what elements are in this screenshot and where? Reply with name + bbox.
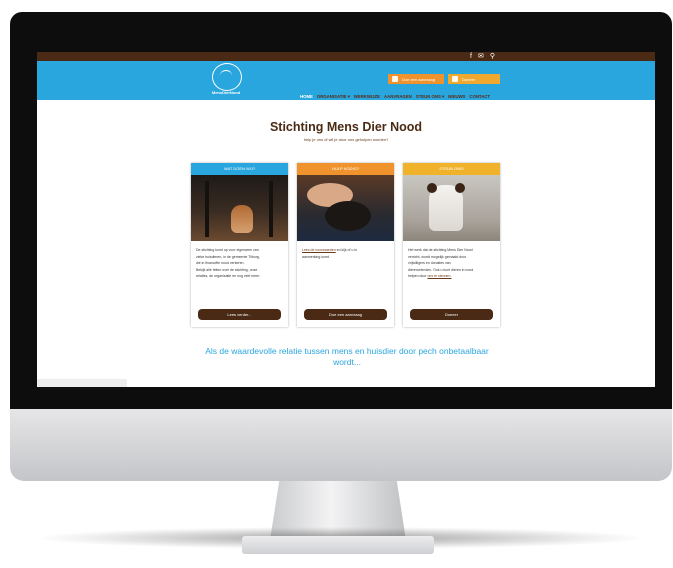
card-header: WAT DOEN WIJ? (191, 163, 288, 175)
facebook-icon[interactable]: f (470, 52, 472, 61)
nav-werkwijze[interactable]: WERKWIJZE (354, 94, 380, 100)
chair-leg (205, 181, 209, 237)
social-icons: f ✉ ⚲ (470, 52, 495, 61)
mail-icon[interactable]: ✉ (478, 52, 484, 61)
chair-leg (269, 181, 273, 237)
nav-nieuws[interactable]: NIEUWS (448, 94, 465, 100)
nav-steun-ons[interactable]: STEUN ONS ▾ (416, 94, 444, 100)
request-button-label: Doe een aanvraag (402, 76, 435, 82)
cat-figure (231, 205, 253, 233)
read-more-button[interactable]: Lees verder... (198, 309, 281, 320)
nav-contact[interactable]: CONTACT (469, 94, 490, 100)
card-support-us: STEUN ONS! Het werk dat de stichting Men… (403, 163, 500, 327)
logo-hands-icon (212, 63, 242, 91)
main-nav: HOME ORGANISATIE ▾ WERKWIJZE AANVRAGEN S… (300, 94, 490, 100)
card-need-help: HULP NODIG? Lees de voorwaarden en kijk … (297, 163, 394, 327)
monitor-base (242, 536, 434, 554)
card-body: De stichting komt op voor eigenaren van … (196, 247, 284, 280)
dog-ear (427, 183, 437, 193)
card-body: Het werk dat de stichting Mens Dier Nood… (408, 247, 496, 280)
card-text-line: aanmerking komt. (302, 254, 330, 259)
card-what-we-do: WAT DOEN WIJ? De stichting komt op voor … (191, 163, 288, 327)
card-text-fragment: en kijk of u in (336, 248, 358, 252)
card-text-line: relaties, de organisatie en nog veel mee… (196, 274, 261, 278)
page-subtitle: help je ons of wil je door ons geholpen … (303, 137, 389, 142)
top-bar: f ✉ ⚲ (37, 52, 655, 61)
nav-organisatie[interactable]: ORGANISATIE ▾ (317, 94, 350, 100)
site-header: MensDierNood Doe een aanvraag Doneer HOM… (37, 61, 655, 100)
terrier-photo (403, 175, 500, 241)
donate-icon (452, 76, 458, 82)
donate-button[interactable]: Doneer (448, 74, 500, 84)
donate-button-label: Doneer (462, 76, 476, 82)
cat-photo (191, 175, 288, 241)
request-card-button[interactable]: Doe een aanvraag (304, 309, 387, 320)
logo-name: MensDierNood (211, 90, 241, 95)
nav-home[interactable]: HOME (300, 94, 313, 100)
card-header: HULP NODIG? (297, 163, 394, 175)
nav-aanvragen[interactable]: AANVRAGEN (384, 94, 412, 100)
page-title: Stichting Mens Dier Nood (269, 120, 423, 134)
tagline: Als de waardevolle relatie tussen mens e… (205, 346, 489, 367)
footer-strip (37, 379, 127, 387)
card-body: Lees de voorwaarden en kijk of u in aanm… (302, 247, 390, 260)
dog-photo (297, 175, 394, 241)
site-logo[interactable]: MensDierNood (195, 63, 257, 99)
dog-figure (325, 201, 371, 231)
monitor-chin (10, 409, 672, 481)
support-link[interactable]: ons te steunen. (427, 274, 451, 278)
donate-card-button[interactable]: Doneer (410, 309, 493, 320)
card-text-line: helpen door ons te steunen. (408, 273, 496, 280)
request-icon (392, 76, 398, 82)
request-button[interactable]: Doe een aanvraag (388, 74, 444, 84)
dog-ear (455, 183, 465, 193)
conditions-link[interactable]: Lees de voorwaarden (302, 248, 336, 252)
card-header: STEUN ONS! (403, 163, 500, 175)
card-text-fragment: helpen door (408, 274, 427, 278)
search-icon[interactable]: ⚲ (490, 52, 495, 61)
monitor-screen: f ✉ ⚲ MensDierNood Doe een aanvraag Done… (37, 52, 655, 387)
